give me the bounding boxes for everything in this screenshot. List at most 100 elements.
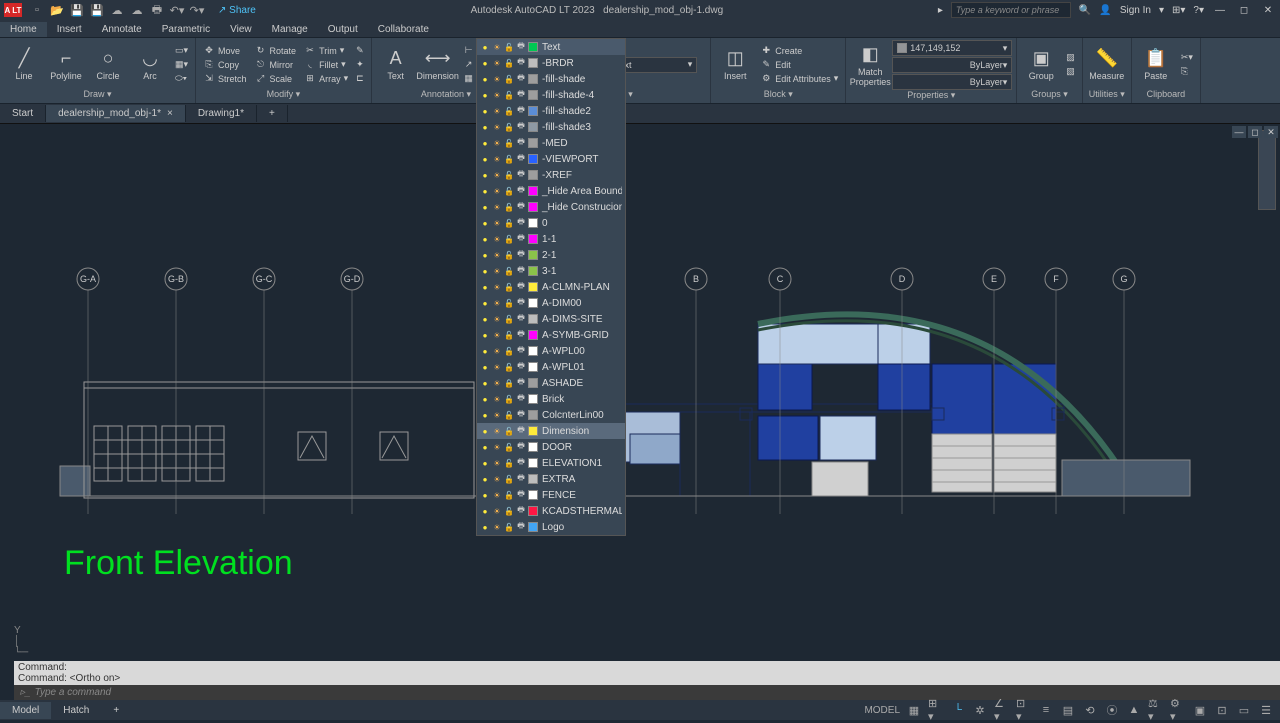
annovisibility-icon[interactable]: ▲ <box>1126 702 1142 718</box>
app-icon[interactable]: A LT <box>4 3 22 17</box>
annoscale-icon[interactable]: ⦿ <box>1104 702 1120 718</box>
text-button[interactable]: AText <box>376 48 416 81</box>
vp-minimize-icon[interactable]: — <box>1232 126 1246 138</box>
layer-row[interactable]: ●☀🔓🖶A-WPL00 <box>477 343 625 359</box>
lineweight-icon[interactable]: ≡ <box>1038 702 1054 718</box>
tab-file-1[interactable]: dealership_mod_obj-1*× <box>46 105 186 122</box>
color-dropdown[interactable]: 147,149,152▾ <box>892 40 1012 56</box>
signin-label[interactable]: Sign In <box>1120 5 1151 16</box>
layer-row[interactable]: ●☀🔓🖶-BRDR <box>477 55 625 71</box>
layer-row[interactable]: ●☀🔓🖶0 <box>477 215 625 231</box>
drawing-canvas[interactable]: G-AG-BG-CG-D BCDEFG Front Elevation <box>0 124 1280 660</box>
autoscale-icon[interactable]: ⚖ ▾ <box>1148 702 1164 718</box>
layer-row[interactable]: ●☀🔓🖶-VIEWPORT <box>477 151 625 167</box>
redo-icon[interactable]: ↷▾ <box>190 3 204 17</box>
layer-row[interactable]: ●☀🔓🖶-MED <box>477 135 625 151</box>
hatch-icon[interactable]: ▦▾ <box>172 58 191 71</box>
workspace-icon[interactable]: ⚙ ▾ <box>1170 702 1186 718</box>
tab-output[interactable]: Output <box>318 22 368 37</box>
group-button[interactable]: ▣Group <box>1021 48 1061 81</box>
line-button[interactable]: ╱Line <box>4 48 44 81</box>
minimize-icon[interactable]: — <box>1212 3 1228 17</box>
layer-row[interactable]: ●☀🔓🖶3-1 <box>477 263 625 279</box>
polyline-button[interactable]: ⌐Polyline <box>46 48 86 81</box>
layer-row[interactable]: ●☀🔓🖶-XREF <box>477 167 625 183</box>
layer-dropdown-list[interactable]: ●☀🔓🖶Text●☀🔓🖶-BRDR●☀🔓🖶-fill-shade●☀🔓🖶-fil… <box>476 38 626 536</box>
model-space-label[interactable]: MODEL <box>864 705 900 716</box>
create-button[interactable]: ✚Create <box>757 44 841 57</box>
plot-icon[interactable]: 🖶 <box>150 3 164 17</box>
offset-icon[interactable]: ⊏ <box>353 72 367 85</box>
snap-icon[interactable]: ⊞ ▾ <box>928 702 944 718</box>
layer-row[interactable]: ●☀🔓🖶-fill-shade3 <box>477 119 625 135</box>
share-button[interactable]: ↗ Share <box>218 5 256 16</box>
command-input[interactable]: ▹_ Type a command <box>14 685 1280 700</box>
copy-clip-icon[interactable]: ⎘ <box>1178 65 1196 78</box>
search-input[interactable]: Type a keyword or phrase <box>951 2 1071 18</box>
trim-button[interactable]: ✂Trim ▾ <box>301 44 351 57</box>
layer-row[interactable]: ●☀🔓🖶-fill-shade <box>477 71 625 87</box>
layer-row[interactable]: ●☀🔓🖶DOOR <box>477 439 625 455</box>
search-go-icon[interactable]: 🔍 <box>1079 5 1091 16</box>
edit-button[interactable]: ✎Edit <box>757 58 841 71</box>
clean-icon[interactable]: ▭ <box>1236 702 1252 718</box>
layer-row[interactable]: ●☀🔓🖶-fill-shade2 <box>477 103 625 119</box>
model-tab[interactable]: Model <box>0 702 51 719</box>
vp-close-icon[interactable]: ✕ <box>1264 126 1278 138</box>
maximize-icon[interactable]: ◻ <box>1236 3 1252 17</box>
close-icon[interactable]: ✕ <box>1260 3 1276 17</box>
match-properties-button[interactable]: ◧Match Properties <box>850 44 890 87</box>
erase-icon[interactable]: ✎ <box>353 44 367 57</box>
tab-view[interactable]: View <box>220 22 262 37</box>
layer-row[interactable]: ●☀🔓🖶Brick <box>477 391 625 407</box>
grid-icon[interactable]: ▦ <box>906 702 922 718</box>
mirror-button[interactable]: ⎋Mirror <box>252 58 300 71</box>
tab-home[interactable]: Home <box>0 22 47 37</box>
copy-button[interactable]: ⎘Copy <box>200 58 250 71</box>
tab-start[interactable]: Start <box>0 105 46 122</box>
user-icon[interactable]: 👤 <box>1099 5 1111 16</box>
ungroup-icon[interactable]: ▨ <box>1063 51 1078 64</box>
add-layout-button[interactable]: + <box>101 702 131 719</box>
insert-button[interactable]: ◫Insert <box>715 48 755 81</box>
layer-row[interactable]: ●☀🔓🖶-fill-shade-4 <box>477 87 625 103</box>
layer-row[interactable]: ●☀🔓🖶_Hide Area Boundaries <box>477 183 625 199</box>
layer-row[interactable]: ●☀🔒🖶ASHADE <box>477 375 625 391</box>
app-switcher-icon[interactable]: ⊞▾ <box>1172 5 1185 16</box>
web-save-icon[interactable]: ☁ <box>130 3 144 17</box>
hatch-tab[interactable]: Hatch <box>51 702 101 719</box>
new-icon[interactable]: ▫ <box>30 3 44 17</box>
group-edit-icon[interactable]: ▧ <box>1063 65 1078 78</box>
nav-bar[interactable] <box>1258 130 1276 210</box>
save-icon[interactable]: 💾 <box>70 3 84 17</box>
edit-attributes-button[interactable]: ⚙Edit Attributes ▾ <box>757 72 841 85</box>
move-button[interactable]: ✥Move <box>200 44 250 57</box>
help-icon[interactable]: ?▾ <box>1193 5 1204 16</box>
vp-maximize-icon[interactable]: ◻ <box>1248 126 1262 138</box>
open-icon[interactable]: 📂 <box>50 3 64 17</box>
tab-insert[interactable]: Insert <box>47 22 92 37</box>
lineweight-dropdown[interactable]: ByLayer▾ <box>892 74 1012 90</box>
layer-row[interactable]: ●☀🔓🖶ELEVATION1 <box>477 455 625 471</box>
layer-row[interactable]: ●☀🔓🖶A-DIM00 <box>477 295 625 311</box>
explode-icon[interactable]: ✦ <box>353 58 367 71</box>
layer-row[interactable]: ●☀🔓🖶EXTRA <box>477 471 625 487</box>
layer-row[interactable]: ●☀🔓🖶A-DIMS-SITE <box>477 311 625 327</box>
search-icon[interactable]: ▸ <box>938 5 943 16</box>
layer-row[interactable]: ●☀🔓🖶ColcnterLin00 <box>477 407 625 423</box>
cycling-icon[interactable]: ⟲ <box>1082 702 1098 718</box>
stretch-button[interactable]: ⇲Stretch <box>200 72 250 85</box>
undo-icon[interactable]: ↶▾ <box>170 3 184 17</box>
layer-row[interactable]: ●☀🔓🖶Dimension <box>477 423 625 439</box>
circle-button[interactable]: ○Circle <box>88 48 128 81</box>
dimension-button[interactable]: ⟷Dimension <box>418 48 458 81</box>
saveas-icon[interactable]: 💾 <box>90 3 104 17</box>
layer-row[interactable]: ●☀🔓🖶Logo <box>477 519 625 535</box>
ortho-icon[interactable]: └ <box>950 702 966 718</box>
rotate-button[interactable]: ↻Rotate <box>252 44 300 57</box>
rectangle-icon[interactable]: ▭▾ <box>172 44 191 57</box>
ellipse-icon[interactable]: ⬭▾ <box>172 72 191 85</box>
tab-annotate[interactable]: Annotate <box>92 22 152 37</box>
layer-row[interactable]: ●☀🔓🖶A-WPL01 <box>477 359 625 375</box>
layer-row[interactable]: ●☀🔓🖶FENCE <box>477 487 625 503</box>
